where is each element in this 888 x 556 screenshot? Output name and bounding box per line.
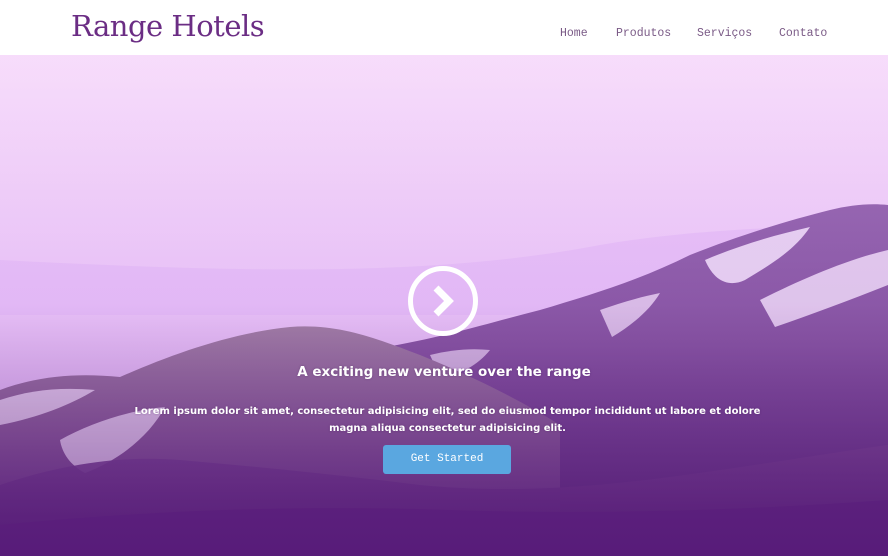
hero-section: A exciting new venture over the range Lo…: [0, 55, 888, 556]
site-header: Range Hotels Home Produtos Serviços Cont…: [0, 0, 888, 55]
hero-description: Lorem ipsum dolor sit amet, consectetur …: [134, 406, 761, 434]
nav-link-home[interactable]: Home: [560, 27, 588, 40]
main-nav: Home Produtos Serviços Contato: [0, 27, 888, 43]
play-button[interactable]: [408, 266, 478, 336]
hero-title: A exciting new venture over the range: [297, 364, 591, 380]
get-started-button[interactable]: Get Started: [383, 445, 511, 474]
nav-link-servicos[interactable]: Serviços: [697, 27, 752, 40]
nav-link-produtos[interactable]: Produtos: [616, 27, 671, 40]
page: Range Hotels Home Produtos Serviços Cont…: [0, 0, 888, 556]
nav-link-contato[interactable]: Contato: [779, 27, 827, 40]
chevron-right-icon: [433, 285, 454, 317]
